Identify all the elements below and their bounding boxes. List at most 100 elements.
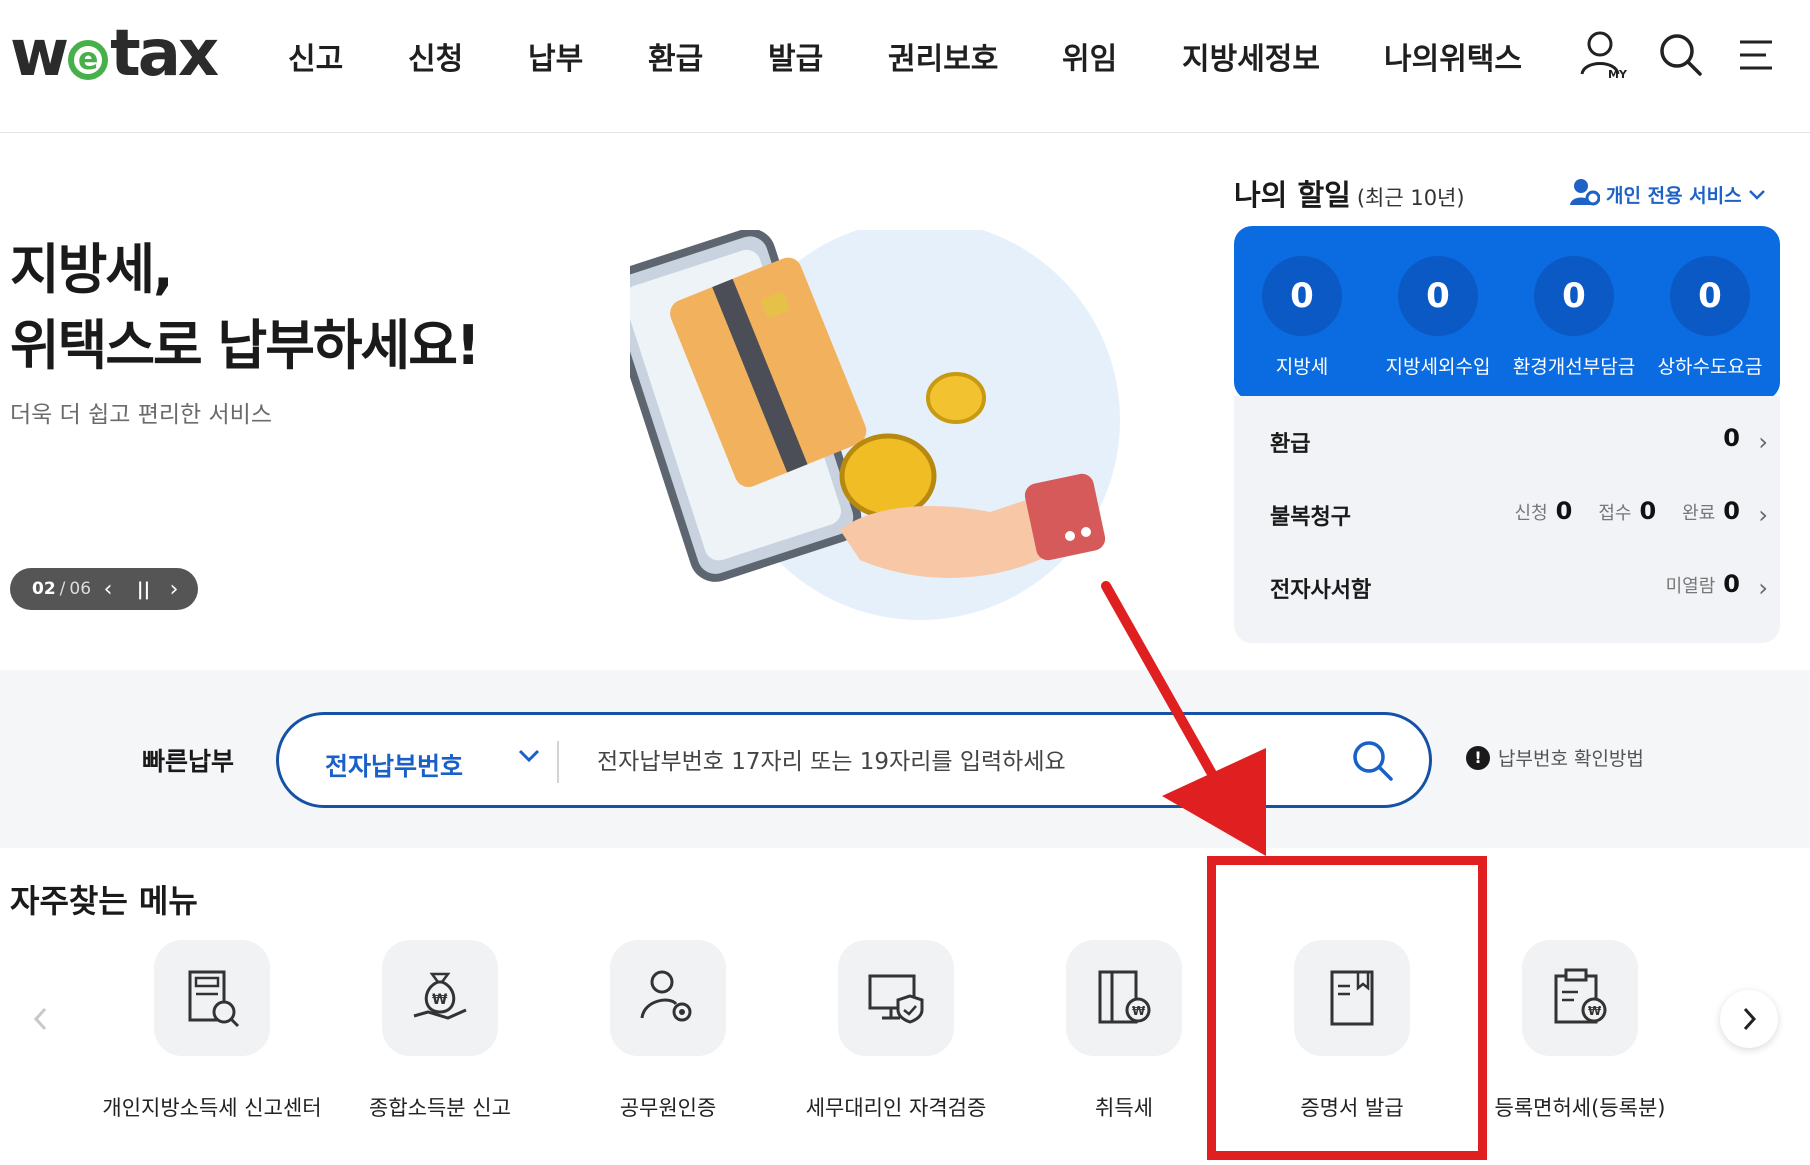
nav-rights[interactable]: 권리보호 [888,34,998,78]
menu-personal-income-tax-center[interactable]: 개인지방소득세 신고센터 [98,940,326,1122]
task-counts-card: 0 지방세 0 지방세외수입 0 환경개선부담금 0 상하수도요금 [1234,226,1780,400]
monitor-shield-icon [838,940,954,1056]
logo-w: w [10,17,69,91]
personal-service-label: 개인 전용 서비스 [1606,185,1742,207]
mailbox-row[interactable]: 전자사서함 미열람 0 › [1234,552,1780,622]
count-value: 0 [1670,256,1750,336]
nav-delegation[interactable]: 위임 [1062,34,1117,78]
menu-label: 개인지방소득세 신고센터 [102,1096,322,1120]
appeal-row[interactable]: 불복청구 신청 0 접수 0 완료 0 › [1234,479,1780,549]
my-tasks-title-text: 나의 할일 [1234,178,1351,212]
appeal-received-count: 0 [1639,497,1657,525]
count-label: 환경개선부담금 [1512,356,1636,378]
site-header: w e tax 신고 신청 납부 환급 발급 권리보호 위임 지방세정보 나의위택스… [0,0,1810,133]
mailbox-values: 미열람 0 [1666,570,1740,598]
nav-apply[interactable]: 신청 [408,34,463,78]
my-tasks-title: 나의 할일 (최근 10년) [1234,172,1465,214]
mailbox-unread-label: 미열람 [1665,576,1716,597]
nav-refund[interactable]: 환급 [648,34,703,78]
quick-pay-label: 빠른납부 [142,747,235,776]
hero-illustration [604,220,1150,650]
count-label: 지방세외수입 [1385,356,1491,378]
chevron-down-icon [1748,184,1766,206]
svg-text:₩: ₩ [432,992,448,1008]
chevron-down-icon[interactable] [517,743,541,771]
menu-comprehensive-income-report[interactable]: ₩ 종합소득분 신고 [326,940,554,1122]
pager-prev-icon[interactable]: ‹ [93,577,123,602]
count-local-tax[interactable]: 0 지방세 [1234,256,1370,379]
menu-registration-license-tax[interactable]: ₩ 등록면허세(등록분) [1466,940,1694,1122]
svg-text:₩: ₩ [1132,1004,1146,1018]
pager-total: 06 [69,579,92,599]
nav-report[interactable]: 신고 [288,34,343,78]
count-water-fee[interactable]: 0 상하수도요금 [1642,256,1778,379]
hero-title: 지방세, 위택스로 납부하세요! [10,232,481,384]
hero-subtitle: 더욱 더 쉽고 편리한 서비스 [10,402,273,428]
nav-payment[interactable]: 납부 [528,34,583,78]
chevron-right-icon: › [1758,574,1768,602]
refund-count: 0 [1723,424,1740,452]
chevron-right-icon: › [1758,428,1768,456]
my-page-icon[interactable]: MY [1578,30,1628,81]
chevron-right-icon: › [1758,501,1768,529]
refund-title: 환급 [1270,432,1311,457]
menu-label: 공무원인증 [619,1096,717,1120]
hero-title-line2: 위택스로 납부하세요! [10,314,481,377]
person-gear-icon [610,940,726,1056]
count-non-tax-revenue[interactable]: 0 지방세외수입 [1370,256,1506,379]
count-value: 0 [1398,256,1478,336]
svg-text:MY: MY [1608,68,1628,81]
hamburger-menu-icon[interactable] [1736,30,1786,80]
personal-service-toggle[interactable]: 개인 전용 서비스 [1570,178,1766,211]
menu-official-certification[interactable]: 공무원인증 [554,940,782,1122]
pager-current: 02 [32,579,56,599]
pager-pause-icon[interactable]: | | [127,579,157,600]
payment-number-type-select[interactable]: 전자납부번호 [325,747,463,783]
refund-values: 0 [1723,424,1740,452]
carousel-prev-button[interactable] [12,990,70,1048]
appeal-values: 신청 0 접수 0 완료 0 [1515,497,1740,525]
building-search-icon [154,940,270,1056]
nav-local-tax-info[interactable]: 지방세정보 [1182,34,1320,78]
money-bag-hand-icon: ₩ [382,940,498,1056]
menu-acquisition-tax[interactable]: ₩ 취득세 [1010,940,1238,1122]
menu-label: 등록면허세(등록분) [1494,1096,1666,1120]
appeal-received-label: 접수 [1598,503,1632,524]
clipboard-won-icon: ₩ [1522,940,1638,1056]
refund-row[interactable]: 환급 0 › [1234,406,1780,476]
appeal-applied-label: 신청 [1514,503,1548,524]
nav-my-wetax[interactable]: 나의위택스 [1384,34,1522,78]
count-value: 0 [1262,256,1342,336]
count-label: 상하수도요금 [1657,356,1763,378]
search-icon[interactable] [1656,30,1706,80]
wetax-logo[interactable]: w e tax [10,17,219,91]
logo-e-circle: e [68,40,109,80]
svg-text:₩: ₩ [1588,1004,1602,1018]
appeal-done-label: 완료 [1682,503,1716,524]
user-settings-icon [1570,178,1601,211]
info-icon: ! [1466,745,1490,770]
my-tasks-period: (최근 10년) [1356,186,1465,210]
building-won-icon: ₩ [1066,940,1182,1056]
count-label: 지방세 [1275,356,1329,378]
help-link-text: 납부번호 확인방법 [1498,748,1644,770]
nav-issue[interactable]: 발급 [768,34,823,78]
pager-next-icon[interactable]: › [159,577,189,602]
logo-tax: tax [110,17,219,91]
count-environment-charge[interactable]: 0 환경개선부담금 [1506,256,1642,379]
pager-separator: / [59,579,66,599]
appeal-done-count: 0 [1723,497,1740,525]
task-status-list: 환급 0 › 불복청구 신청 0 접수 0 완료 0 › 전자사서함 미열람 0… [1234,396,1780,643]
divider [557,741,559,783]
count-value: 0 [1534,256,1614,336]
search-icon[interactable] [1349,737,1397,785]
payment-number-help-link[interactable]: ! 납부번호 확인방법 [1466,744,1644,771]
carousel-next-button[interactable] [1720,990,1778,1048]
appeal-applied-count: 0 [1555,497,1573,525]
annotation-highlight-box [1207,856,1487,1160]
menu-tax-agent-verification[interactable]: 세무대리인 자격검증 [782,940,1010,1122]
mailbox-unread-count: 0 [1723,570,1740,598]
annotation-arrow [1090,578,1290,858]
banner-pager: 02 / 06 ‹ | | › [10,568,198,610]
menu-label: 세무대리인 자격검증 [805,1096,987,1120]
